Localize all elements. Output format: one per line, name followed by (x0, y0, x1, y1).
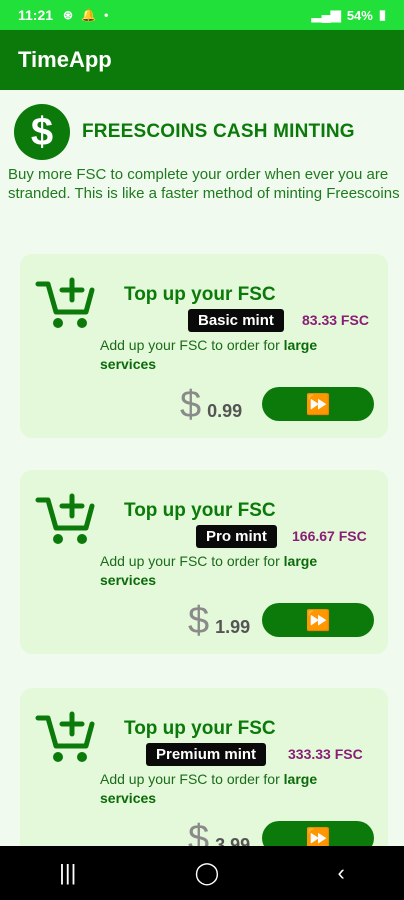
back-icon[interactable]: ‹ (338, 860, 345, 886)
home-icon[interactable]: ◯ (195, 860, 220, 886)
price-value: 0.99 (207, 401, 243, 421)
mint-card-basic: Top up your FSC Basic mint 83.33 FSC Add… (20, 254, 388, 438)
add-to-cart-icon (35, 493, 95, 544)
status-bar: 11:21 ⊛ 🔔 • ▂▄▆ 54% ▮ (0, 0, 404, 30)
price: $ 1.99 (188, 600, 250, 643)
dollar-circle-icon: $ (14, 104, 70, 160)
mint-card-premium: Top up your FSC Premium mint 333.33 FSC … (20, 688, 388, 872)
fsc-amount: 166.67 FSC (292, 528, 367, 544)
page-header: $ FREESCOINS CASH MINTING (14, 104, 355, 160)
price: $ 0.99 (180, 384, 242, 427)
card-description: Add up your FSC to order for large servi… (100, 337, 318, 372)
system-nav-bar: ||| ◯ ‹ (0, 846, 404, 900)
status-right: ▂▄▆ 54% ▮ (312, 7, 386, 23)
page-description: Buy more FSC to complete your order when… (8, 166, 400, 202)
price-value: 1.99 (215, 617, 251, 637)
fast-forward-icon: ⏩ (305, 393, 331, 416)
dollar-icon: $ (180, 384, 202, 426)
card-description: Add up your FSC to order for large servi… (100, 553, 318, 588)
battery-icon: ▮ (378, 7, 386, 22)
mint-card-pro: Top up your FSC Pro mint 166.67 FSC Add … (20, 470, 388, 654)
add-to-cart-icon (35, 277, 95, 328)
notification-icons: ⊛ 🔔 • (63, 8, 108, 22)
page-title: FREESCOINS CASH MINTING (82, 121, 355, 142)
recent-apps-icon[interactable]: ||| (59, 860, 76, 886)
buy-button[interactable]: ⏩ (262, 387, 374, 421)
fast-forward-icon: ⏩ (305, 609, 331, 632)
buy-button[interactable]: ⏩ (262, 603, 374, 637)
card-title: Top up your FSC (124, 500, 276, 521)
bell-icon: 🔔 (81, 8, 97, 22)
plan-badge: Pro mint (196, 525, 277, 548)
status-time: 11:21 (18, 7, 54, 23)
dot-icon: • (104, 8, 109, 22)
app-title: TimeApp (18, 47, 112, 72)
plan-badge: Premium mint (146, 743, 267, 766)
fsc-amount: 83.33 FSC (302, 312, 369, 328)
card-description: Add up your FSC to order for large servi… (100, 771, 318, 806)
app-bar: TimeApp (0, 30, 404, 90)
plan-badge: Basic mint (188, 309, 284, 332)
signal-icon: ▂▄▆ (311, 7, 341, 22)
card-title: Top up your FSC (124, 718, 276, 739)
add-to-cart-icon (35, 711, 95, 762)
fsc-amount: 333.33 FSC (288, 746, 363, 762)
dollar-icon: $ (188, 600, 210, 642)
battery-text: 54% (346, 7, 373, 23)
notification-icon: ⊛ (63, 8, 74, 22)
card-title: Top up your FSC (124, 284, 276, 305)
